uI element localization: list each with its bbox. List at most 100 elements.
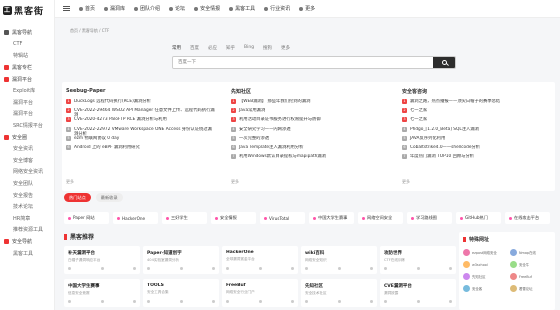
quick-link[interactable]: 安全情报: [211, 212, 256, 224]
sidebar-item-label: Exploit库: [13, 88, 36, 95]
panel-list-item[interactable]: 3 七一之家: [402, 117, 552, 126]
search-engine-tab[interactable]: 常用: [172, 45, 181, 51]
quick-link[interactable]: 网络空间安全: [358, 212, 403, 224]
sidebar-item[interactable]: 安全团队: [0, 178, 55, 190]
recommend-card[interactable]: 攻防世界 CTF在线训练: [380, 246, 456, 274]
panel-list-item[interactable]: 5 一次完整的渗透: [231, 135, 381, 145]
search-engine-tab[interactable]: 知乎: [226, 45, 235, 51]
sidebar-item[interactable]: 漏洞平台: [0, 108, 55, 120]
recommend-card[interactable]: Paper-知道创宇 404实验室漏洞分析: [143, 246, 219, 274]
recommend-card[interactable]: 补天漏洞平台 白帽子漏洞响应平台: [64, 246, 140, 274]
friend-link[interactable]: 看雪论坛: [510, 285, 554, 292]
panel-list-item[interactable]: 4 安全研究学习——内网渗透: [231, 126, 381, 136]
panel-list-item[interactable]: 6 Java Template注入漏洞利用分析: [231, 144, 381, 154]
top-nav-link[interactable]: 安全情报: [194, 5, 220, 12]
panel-list-item[interactable]: 4 Phdgo_[1.2.0_Beta] SQL注入漏洞: [402, 126, 552, 136]
top-nav-link[interactable]: 黑客工具: [229, 5, 255, 12]
search-engine-tab[interactable]: 必应: [208, 45, 217, 51]
friend-links-title: 特殊网址: [469, 237, 490, 243]
sidebar-item[interactable]: 漏洞平台: [0, 97, 55, 109]
quick-link[interactable]: HackerOne: [113, 212, 158, 224]
quick-link[interactable]: VirusTotal: [260, 212, 305, 224]
top-nav-link[interactable]: 首页: [79, 5, 95, 12]
top-nav-link[interactable]: 漏洞库: [104, 5, 125, 12]
panel-list-item[interactable]: 7 年度热门漏洞 TOP10 回顾与分析: [402, 154, 552, 163]
card-meta: [384, 267, 452, 271]
quick-link[interactable]: 学习路线图: [407, 212, 452, 224]
friend-link[interactable]: ezpost网络安全: [463, 249, 507, 256]
quick-link[interactable]: GitHub热门: [456, 212, 501, 224]
sidebar-item[interactable]: 技术论坛: [0, 201, 55, 213]
panel-list-item[interactable]: 6 Cobaltstrike4.0——shellcode分析: [402, 144, 552, 154]
panel-list-item[interactable]: 1 漏洞之路，热点播报——顶尖白帽子的赛季总结: [402, 99, 552, 108]
panel-list-item[interactable]: 3 利用活动目录证书服务进行权限提升与防御: [231, 117, 381, 126]
search-engine-tab[interactable]: 搜狗: [263, 45, 272, 51]
sidebar-item[interactable]: 网络安全资讯: [0, 166, 55, 178]
friend-link[interactable]: w3school: [463, 261, 507, 268]
card-desc: 全球漏洞赏金平台: [226, 257, 255, 261]
sidebar-item[interactable]: 安全报告: [0, 189, 55, 201]
top-nav-link[interactable]: 团队介绍: [134, 5, 160, 12]
panel-more-link[interactable]: 更多: [231, 179, 239, 185]
panel-list-item[interactable]: 2 CVE-2022-29464 WSO2 API Manager 任意文件上传、…: [66, 108, 216, 117]
nav-dot-icon: [134, 6, 139, 11]
panel-list-item[interactable]: 5 ezm 物联网协议 0 day: [66, 135, 216, 145]
recommend-card[interactable]: HackerOne 全球漏洞赏金平台: [222, 246, 298, 274]
search-input[interactable]: [173, 57, 433, 68]
panel-list-item[interactable]: 1 DuckLogs 远程代码执行(RCE)漏洞分析: [66, 99, 216, 108]
panel-list-item[interactable]: 3 CVE-2020-4273 PaloFTP RCE 漏洞分析与利用: [66, 117, 216, 126]
friend-link[interactable]: 安全客: [463, 285, 507, 292]
site-logo[interactable]: 工 黑客街: [3, 4, 44, 17]
sidebar-item[interactable]: CTF: [0, 39, 55, 51]
recommend-card[interactable]: CVE漏洞平台 漏洞披露: [380, 279, 456, 307]
friend-link[interactable]: 安全牛: [510, 261, 554, 268]
panel-list-item[interactable]: 2 Java常用漏洞: [231, 108, 381, 117]
menu-toggle-icon[interactable]: [63, 6, 70, 11]
friend-link[interactable]: FreeBuf: [510, 273, 554, 280]
search-engine-tab[interactable]: 百度: [190, 45, 199, 51]
search-engine-tab[interactable]: Bing: [244, 45, 254, 51]
filter-tab[interactable]: 最新收录: [95, 193, 123, 202]
panel-list-item[interactable]: 6 Android 上的 eBPF 漏洞利用研究: [66, 144, 216, 154]
panel-list-item[interactable]: 4 CVE-2022-22972 VMware Workspace ONE Acc…: [66, 126, 216, 136]
sidebar-item[interactable]: 推荐资源工具: [0, 224, 55, 236]
sidebar-item[interactable]: 安全博客: [0, 155, 55, 167]
recommend-card[interactable]: 中国大学生赛事 信息安全竞赛: [64, 279, 140, 307]
panel-list-item[interactable]: 5 JAVA反序列化利用: [402, 135, 552, 145]
search-button[interactable]: [433, 57, 455, 68]
panel-list-item[interactable]: 7 利用Windows默认目录提权与mapipath漏洞: [231, 154, 381, 163]
quick-link[interactable]: 中国大学生赛事: [309, 212, 354, 224]
panel-more-link[interactable]: 更多: [402, 179, 410, 185]
panel-list-item[interactable]: 1 【WEB漏洞】 那些年我们挖到的漏洞: [231, 99, 381, 108]
recommend-card[interactable]: FreeBuf 网络安全行业门户: [222, 279, 298, 307]
panel-list-item[interactable]: 2 七一之家: [402, 108, 552, 117]
top-nav-link[interactable]: 更多: [299, 5, 315, 12]
sidebar-item[interactable]: 安全导航: [0, 236, 55, 248]
sidebar-item[interactable]: 黑客导航: [0, 27, 55, 39]
sidebar-item[interactable]: 安全圈: [0, 131, 55, 143]
top-nav-link[interactable]: 论坛: [169, 5, 185, 12]
card-meta: [226, 267, 294, 271]
sidebar-item[interactable]: 特辑站: [0, 50, 55, 62]
sidebar-item[interactable]: SRC情报平台: [0, 120, 55, 132]
sidebar-item[interactable]: 漏洞平台: [0, 73, 55, 85]
sidebar-item[interactable]: 黑客工具: [0, 247, 55, 259]
sidebar-item[interactable]: HR简章: [0, 213, 55, 225]
filter-tab[interactable]: 热门站点: [64, 193, 91, 202]
sidebar-item[interactable]: 黑客专栏: [0, 62, 55, 74]
sidebar-item[interactable]: 安全资讯: [0, 143, 55, 155]
card-meta-icon: [449, 267, 452, 270]
top-nav-link[interactable]: 行业资讯: [264, 5, 290, 12]
panel-more-link[interactable]: 更多: [66, 179, 74, 185]
search-engine-tab[interactable]: 更多: [281, 45, 290, 51]
recommend-card[interactable]: 先知社区 安全技术社区: [301, 279, 377, 307]
friend-link[interactable]: Nmap在线: [510, 249, 554, 256]
recommend-card[interactable]: wiki百科 网络安全知识: [301, 246, 377, 274]
quick-link[interactable]: Paper 网站: [64, 212, 109, 224]
recommend-card[interactable]: TOOLS 安全工具合集: [143, 279, 219, 307]
quick-link[interactable]: 三好学生: [162, 212, 207, 224]
quick-link-dot-icon: [460, 216, 463, 220]
sidebar-item[interactable]: Exploit库: [0, 85, 55, 97]
friend-link[interactable]: 先知社区: [463, 273, 507, 280]
quick-link[interactable]: 在线攻击平台: [505, 212, 550, 224]
